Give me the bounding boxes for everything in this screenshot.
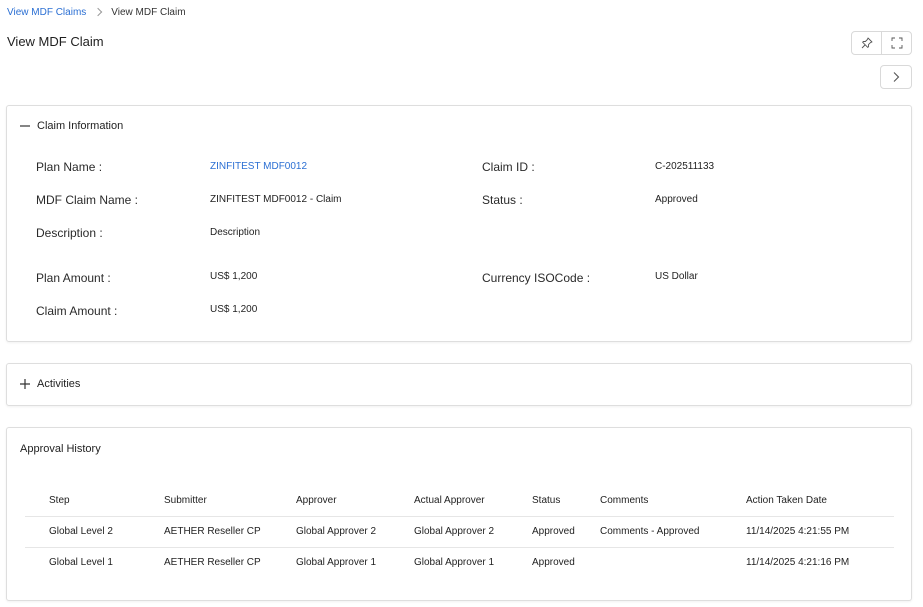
approval-history-card: Approval History Step Submitter Approver…	[6, 427, 912, 601]
claim-id-label: Claim ID :	[482, 160, 535, 174]
column-header-approver: Approver	[296, 486, 414, 517]
plan-amount-value: US$ 1,200	[210, 271, 258, 282]
cell-status: Approved	[532, 557, 575, 569]
cell-step: Global Level 2	[25, 516, 164, 548]
claim-information-header[interactable]: Claim Information	[19, 120, 123, 132]
cell-submitter: AETHER Reseller CP	[164, 516, 296, 548]
breadcrumb: View MDF Claims View MDF Claim	[7, 5, 186, 19]
pin-icon	[861, 37, 872, 49]
cell-actual-approver: Global Approver 2	[414, 516, 532, 548]
plan-name-label: Plan Name :	[36, 160, 103, 174]
cell-step: Global Level 1	[49, 557, 113, 569]
minus-icon[interactable]	[19, 120, 31, 132]
column-header-submitter: Submitter	[164, 486, 296, 517]
fullscreen-button[interactable]	[881, 31, 912, 55]
currency-isocode-label: Currency ISOCode :	[482, 271, 591, 285]
table-header-row: Step Submitter Approver Actual Approver …	[25, 486, 894, 517]
cell-comments	[600, 547, 746, 578]
mdf-claim-name-value: ZINFITEST MDF0012 - Claim	[210, 194, 342, 205]
column-header-action-taken-date: Action Taken Date	[746, 486, 894, 517]
chevron-right-icon	[893, 72, 900, 82]
cell-actual-approver: Global Approver 1	[414, 557, 495, 569]
breadcrumb-current: View MDF Claim	[111, 6, 186, 18]
activities-header[interactable]: Activities	[19, 378, 80, 390]
next-button[interactable]	[880, 65, 912, 89]
approval-history-table: Step Submitter Approver Actual Approver …	[25, 486, 894, 578]
plan-name-link[interactable]: ZINFITEST MDF0012	[210, 161, 307, 172]
column-header-comments: Comments	[600, 486, 746, 517]
cell-approver: Global Approver 1	[296, 557, 377, 569]
breadcrumb-link-view-mdf-claims[interactable]: View MDF Claims	[7, 7, 86, 18]
cell-action-taken-date: 11/14/2025 4:21:55 PM	[746, 516, 894, 548]
plan-amount-label: Plan Amount :	[36, 271, 111, 285]
cell-status: Approved	[532, 516, 600, 548]
fullscreen-icon	[891, 37, 902, 49]
description-label: Description :	[36, 226, 103, 240]
table-row: Global Level 2 AETHER Reseller CP Global…	[25, 516, 894, 548]
description-value: Description	[210, 227, 261, 238]
claim-information-title: Claim Information	[37, 120, 124, 132]
approval-history-title: Approval History	[20, 443, 101, 455]
page-title: View MDF Claim	[7, 34, 104, 49]
activities-card: Activities	[6, 363, 912, 406]
breadcrumb-chevron-icon	[94, 7, 103, 17]
table-row: Global Level 1 AETHER Reseller CP Global…	[25, 547, 894, 578]
cell-action-taken-date: 11/14/2025 4:21:16 PM	[746, 557, 850, 569]
activities-title: Activities	[37, 378, 81, 390]
mdf-claim-name-label: MDF Claim Name :	[36, 193, 139, 207]
cell-comments: Comments - Approved	[600, 516, 746, 548]
claim-id-value: C-202511133	[655, 161, 715, 172]
claim-amount-label: Claim Amount :	[36, 304, 118, 318]
claim-information-card: Claim Information Plan Name : ZINFITEST …	[6, 105, 912, 342]
column-header-actual-approver: Actual Approver	[414, 486, 532, 517]
status-label: Status :	[482, 193, 523, 207]
plus-icon[interactable]	[19, 378, 31, 390]
currency-isocode-value: US Dollar	[655, 271, 698, 282]
cell-approver: Global Approver 2	[296, 516, 414, 548]
column-header-step: Step	[25, 486, 164, 517]
cell-submitter: AETHER Reseller CP	[164, 557, 261, 569]
status-value: Approved	[655, 194, 698, 205]
column-header-status: Status	[532, 486, 600, 517]
pin-button[interactable]	[851, 31, 882, 55]
claim-amount-value: US$ 1,200	[210, 304, 258, 315]
